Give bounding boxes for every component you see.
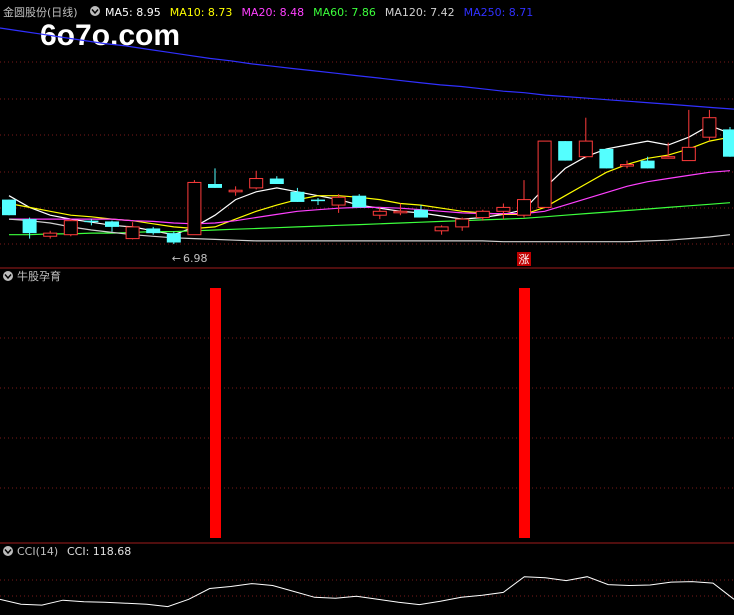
candle-body	[290, 191, 305, 202]
candle	[187, 180, 202, 236]
svg-text:涨: 涨	[519, 253, 530, 266]
candle	[311, 198, 325, 206]
candle	[84, 219, 99, 226]
candle-body	[125, 226, 140, 240]
cci-value: CCI: 118.68	[67, 545, 131, 558]
low-price-arrow-label: ← 6.98	[172, 252, 208, 265]
price-panel-title: 金圆股份(日线)	[3, 5, 78, 19]
candle	[578, 117, 593, 159]
ma20-legend: MA20: 8.48	[241, 6, 304, 19]
candle-body	[331, 196, 346, 206]
cci-panel-title: CCI(14)	[17, 545, 58, 558]
candle	[105, 220, 119, 232]
candle-body	[187, 181, 202, 236]
candle-body	[599, 148, 614, 169]
candle-body	[620, 164, 634, 167]
candle-body	[661, 156, 676, 159]
candle	[269, 176, 284, 184]
candle	[228, 186, 243, 196]
ma60-legend: MA60: 7.86	[313, 6, 376, 19]
candle	[702, 109, 717, 142]
ma250-legend: MA250: 8.71	[464, 6, 534, 19]
candle-body	[537, 140, 552, 208]
candle	[290, 187, 305, 202]
candle	[558, 141, 573, 161]
candle-body	[578, 140, 593, 158]
candle-body	[228, 189, 243, 193]
candle-body	[2, 199, 16, 216]
cci-line	[0, 576, 734, 608]
candle-body	[22, 219, 37, 234]
candle	[249, 170, 264, 190]
candle-body	[517, 199, 531, 216]
signal-bars	[210, 288, 530, 538]
stock-chart: 6o7o.com 金圆股份(日线) MA5: 8.95 MA10: 8.73 M…	[0, 5, 734, 608]
candle	[455, 217, 470, 231]
candle	[475, 209, 490, 221]
ma10-legend: MA10: 8.73	[170, 6, 233, 19]
candle-body	[702, 117, 717, 138]
candle	[517, 180, 531, 218]
gridlines	[0, 61, 734, 597]
candle	[599, 148, 614, 169]
candle	[208, 168, 222, 188]
candle	[43, 230, 58, 239]
candle-body	[249, 178, 264, 189]
candle	[414, 205, 428, 218]
candle-body	[496, 206, 511, 212]
candle-body	[208, 184, 222, 188]
candle-body	[269, 178, 284, 184]
candle	[352, 194, 367, 208]
candle	[125, 222, 140, 240]
candle	[723, 127, 734, 157]
candle	[434, 225, 449, 235]
ma20-line	[9, 170, 731, 225]
candle-body	[84, 220, 99, 223]
candle-body	[393, 210, 408, 214]
candle-body	[681, 146, 696, 162]
rise-badge: 涨	[517, 252, 531, 266]
candle-body	[311, 199, 325, 202]
candle-body	[166, 233, 181, 243]
signal-bar	[519, 288, 530, 538]
candle-body	[455, 218, 470, 228]
candle	[496, 203, 511, 220]
candle-body	[352, 195, 367, 208]
cci-chart	[0, 576, 734, 608]
candle	[537, 140, 552, 208]
candle	[640, 156, 655, 169]
candle	[166, 231, 181, 245]
signal-bar	[210, 288, 221, 538]
candle-body	[558, 141, 573, 161]
cci-collapse-chevron-icon[interactable]	[3, 546, 13, 556]
candle	[393, 203, 408, 216]
candle-body	[63, 220, 78, 236]
candle	[2, 199, 16, 216]
indicator-panel-title: 牛股孕育	[17, 269, 61, 283]
candle-body	[105, 221, 119, 227]
indicator-collapse-chevron-icon[interactable]	[3, 271, 13, 281]
ma5-line	[8, 124, 731, 236]
candle-body	[414, 209, 428, 218]
candle-body	[434, 226, 449, 232]
collapse-chevron-icon[interactable]	[90, 6, 100, 16]
ma120-legend: MA120: 7.42	[385, 6, 455, 19]
candle-body	[43, 232, 58, 237]
candle-body	[372, 210, 387, 216]
candle	[146, 226, 161, 235]
candle-body	[475, 210, 490, 219]
candle-body	[723, 129, 734, 157]
candle	[63, 219, 78, 237]
candle	[331, 194, 346, 213]
watermark: 6o7o.com	[40, 19, 180, 52]
ma10-line	[8, 136, 731, 230]
moving-averages	[0, 27, 734, 243]
candle-body	[146, 228, 161, 234]
ma5-legend: MA5: 8.95	[105, 6, 161, 19]
candle-body	[640, 160, 655, 169]
candle	[620, 160, 634, 169]
candle	[22, 217, 37, 239]
